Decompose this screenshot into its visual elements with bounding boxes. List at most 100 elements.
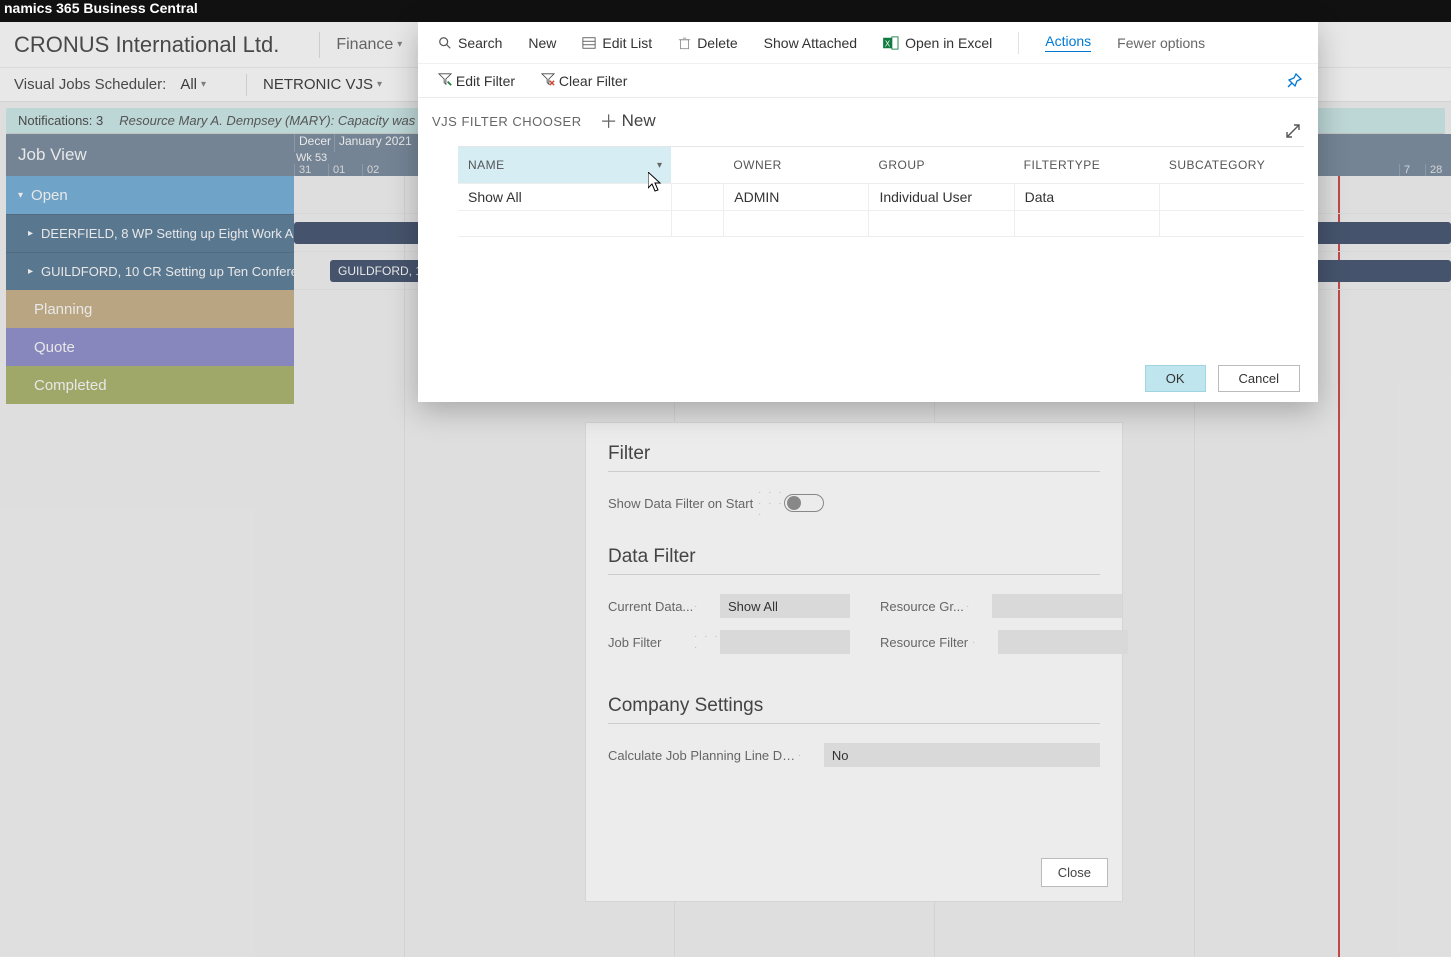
calc-value[interactable]: No: [824, 743, 1100, 767]
chevron-down-icon: ▾: [377, 79, 382, 90]
dots: ·: [694, 601, 720, 612]
tree-completed[interactable]: Completed: [6, 366, 294, 404]
delete-button[interactable]: Delete: [678, 35, 737, 51]
fewer-options-button[interactable]: Fewer options: [1117, 35, 1205, 51]
dialog-toolbar: Search New Edit List Delete Show Attache…: [418, 22, 1318, 64]
edit-filter-button[interactable]: Edit Filter: [438, 72, 515, 89]
tree-quote-label: Quote: [34, 339, 75, 356]
tree-quote[interactable]: Quote: [6, 328, 294, 366]
plus-icon: ＋: [600, 108, 618, 134]
new-record-button[interactable]: ＋ New: [600, 108, 656, 134]
notification-message: Resource Mary A. Dempsey (MARY): Capacit…: [119, 113, 432, 128]
left-pane: Job View Open DEERFIELD, 8 WP Setting up…: [6, 134, 294, 957]
resource-filter-value[interactable]: [998, 630, 1128, 654]
search-icon: [438, 36, 452, 50]
cell-name: Show All: [458, 184, 671, 210]
show-attached-button[interactable]: Show Attached: [764, 35, 857, 51]
close-button[interactable]: Close: [1041, 858, 1108, 887]
tree-row-label: GUILDFORD, 10 CR Setting up Ten Confere: [41, 264, 294, 279]
job-filter-value[interactable]: [720, 630, 850, 654]
current-data-value[interactable]: Show All: [720, 594, 850, 618]
dots: ·: [966, 601, 992, 612]
subnav-label: Visual Jobs Scheduler:: [14, 76, 166, 93]
dots: ·: [972, 637, 998, 648]
gantt-gridline: [404, 176, 405, 957]
calc-label: Calculate Job Planning Line Dura...: [608, 748, 798, 763]
tree-open-label: Open: [31, 187, 68, 204]
edit-filter-label: Edit Filter: [456, 73, 515, 89]
ok-label: OK: [1166, 371, 1185, 386]
expand-icon[interactable]: [1284, 122, 1302, 140]
filter-chooser-dialog: Search New Edit List Delete Show Attache…: [418, 22, 1318, 402]
subnav-all[interactable]: All ▾: [180, 76, 206, 93]
col-subcategory[interactable]: SUBCATEGORY: [1159, 158, 1304, 172]
delete-label: Delete: [697, 35, 737, 51]
col-name[interactable]: NAME ▾: [458, 147, 671, 183]
nav-finance-label: Finance: [336, 36, 393, 54]
fewer-options-label: Fewer options: [1117, 35, 1205, 51]
col-name-label: NAME: [468, 158, 505, 172]
search-label: Search: [458, 35, 502, 51]
col-group[interactable]: GROUP: [868, 158, 1013, 172]
separator: [319, 32, 320, 58]
gantt-month-prev: Decer: [294, 134, 334, 152]
dialog-title-row: VJS FILTER CHOOSER ＋ New: [418, 98, 1318, 140]
funnel-clear-icon: [541, 72, 555, 86]
window-title: namics 365 Business Central: [0, 0, 198, 16]
tree-open[interactable]: Open: [6, 176, 294, 214]
excel-icon: X: [883, 36, 899, 50]
tree-planning[interactable]: Planning: [6, 290, 294, 328]
ok-button[interactable]: OK: [1145, 365, 1206, 392]
search-button[interactable]: Search: [438, 35, 502, 51]
tree-completed-label: Completed: [34, 377, 107, 394]
company-name[interactable]: CRONUS International Ltd.: [14, 32, 279, 58]
grid-row[interactable]: Show All ADMIN Individual User Data: [458, 183, 1304, 211]
open-excel-button[interactable]: X Open in Excel: [883, 35, 992, 51]
separator: [246, 74, 247, 96]
new-button[interactable]: New: [528, 35, 556, 51]
cell-owner: ADMIN: [723, 184, 868, 210]
grid-empty-row: [458, 211, 1304, 237]
col-subcategory-label: SUBCATEGORY: [1169, 158, 1265, 172]
new-record-label: New: [622, 111, 656, 131]
pin-icon[interactable]: [1286, 73, 1302, 89]
filter-grid: NAME ▾ OWNER GROUP FILTERTYPE SUBCATEGOR…: [458, 146, 1304, 237]
job-filter-label: Job Filter: [608, 635, 694, 650]
toggle-show-start[interactable]: [784, 494, 824, 512]
tree-row-guildford[interactable]: GUILDFORD, 10 CR Setting up Ten Confere: [6, 252, 294, 290]
settings-datafilter-heading: Data Filter: [608, 546, 1100, 575]
gantt-day: 01: [328, 164, 362, 176]
subnav-all-label: All: [180, 76, 197, 93]
tree-row-deerfield[interactable]: DEERFIELD, 8 WP Setting up Eight Work Ar: [6, 214, 294, 252]
gantt-day: 7: [1399, 164, 1425, 176]
subnav-vjs-label: NETRONIC VJS: [263, 76, 373, 93]
cell-spacer: [671, 184, 724, 210]
close-button-label: Close: [1058, 865, 1091, 880]
jobview-header: Job View: [6, 134, 294, 176]
gantt-today-line: [1338, 176, 1340, 957]
show-attached-label: Show Attached: [764, 35, 857, 51]
col-owner[interactable]: OWNER: [723, 158, 868, 172]
nav-finance[interactable]: Finance ▾: [336, 36, 402, 54]
trash-icon: [678, 36, 691, 50]
resource-group-value[interactable]: [992, 594, 1122, 618]
clear-filter-button[interactable]: Clear Filter: [541, 72, 627, 89]
edit-list-button[interactable]: Edit List: [582, 35, 652, 51]
edit-list-icon: [582, 36, 596, 50]
notification-count: Notifications: 3: [18, 113, 103, 128]
cancel-button[interactable]: Cancel: [1218, 365, 1300, 392]
actions-button[interactable]: Actions: [1045, 33, 1091, 52]
col-filtertype[interactable]: FILTERTYPE: [1014, 158, 1159, 172]
resource-group-label: Resource Gr...: [880, 599, 966, 614]
cell-group: Individual User: [868, 184, 1013, 210]
chevron-down-icon: ▾: [397, 39, 402, 50]
dialog-subtitle: VJS FILTER CHOOSER: [432, 114, 582, 129]
settings-showstart-label: Show Data Filter on Start: [608, 496, 758, 511]
subnav-vjs[interactable]: NETRONIC VJS ▾: [263, 76, 382, 93]
tree-planning-label: Planning: [34, 301, 92, 318]
dialog-toolbar-secondary: Edit Filter Clear Filter: [418, 64, 1318, 98]
cell-filtertype: Data: [1014, 184, 1159, 210]
gantt-bar-label: GUILDFORD, 10: [338, 264, 429, 278]
clear-filter-label: Clear Filter: [559, 73, 627, 89]
col-owner-label: OWNER: [733, 158, 782, 172]
